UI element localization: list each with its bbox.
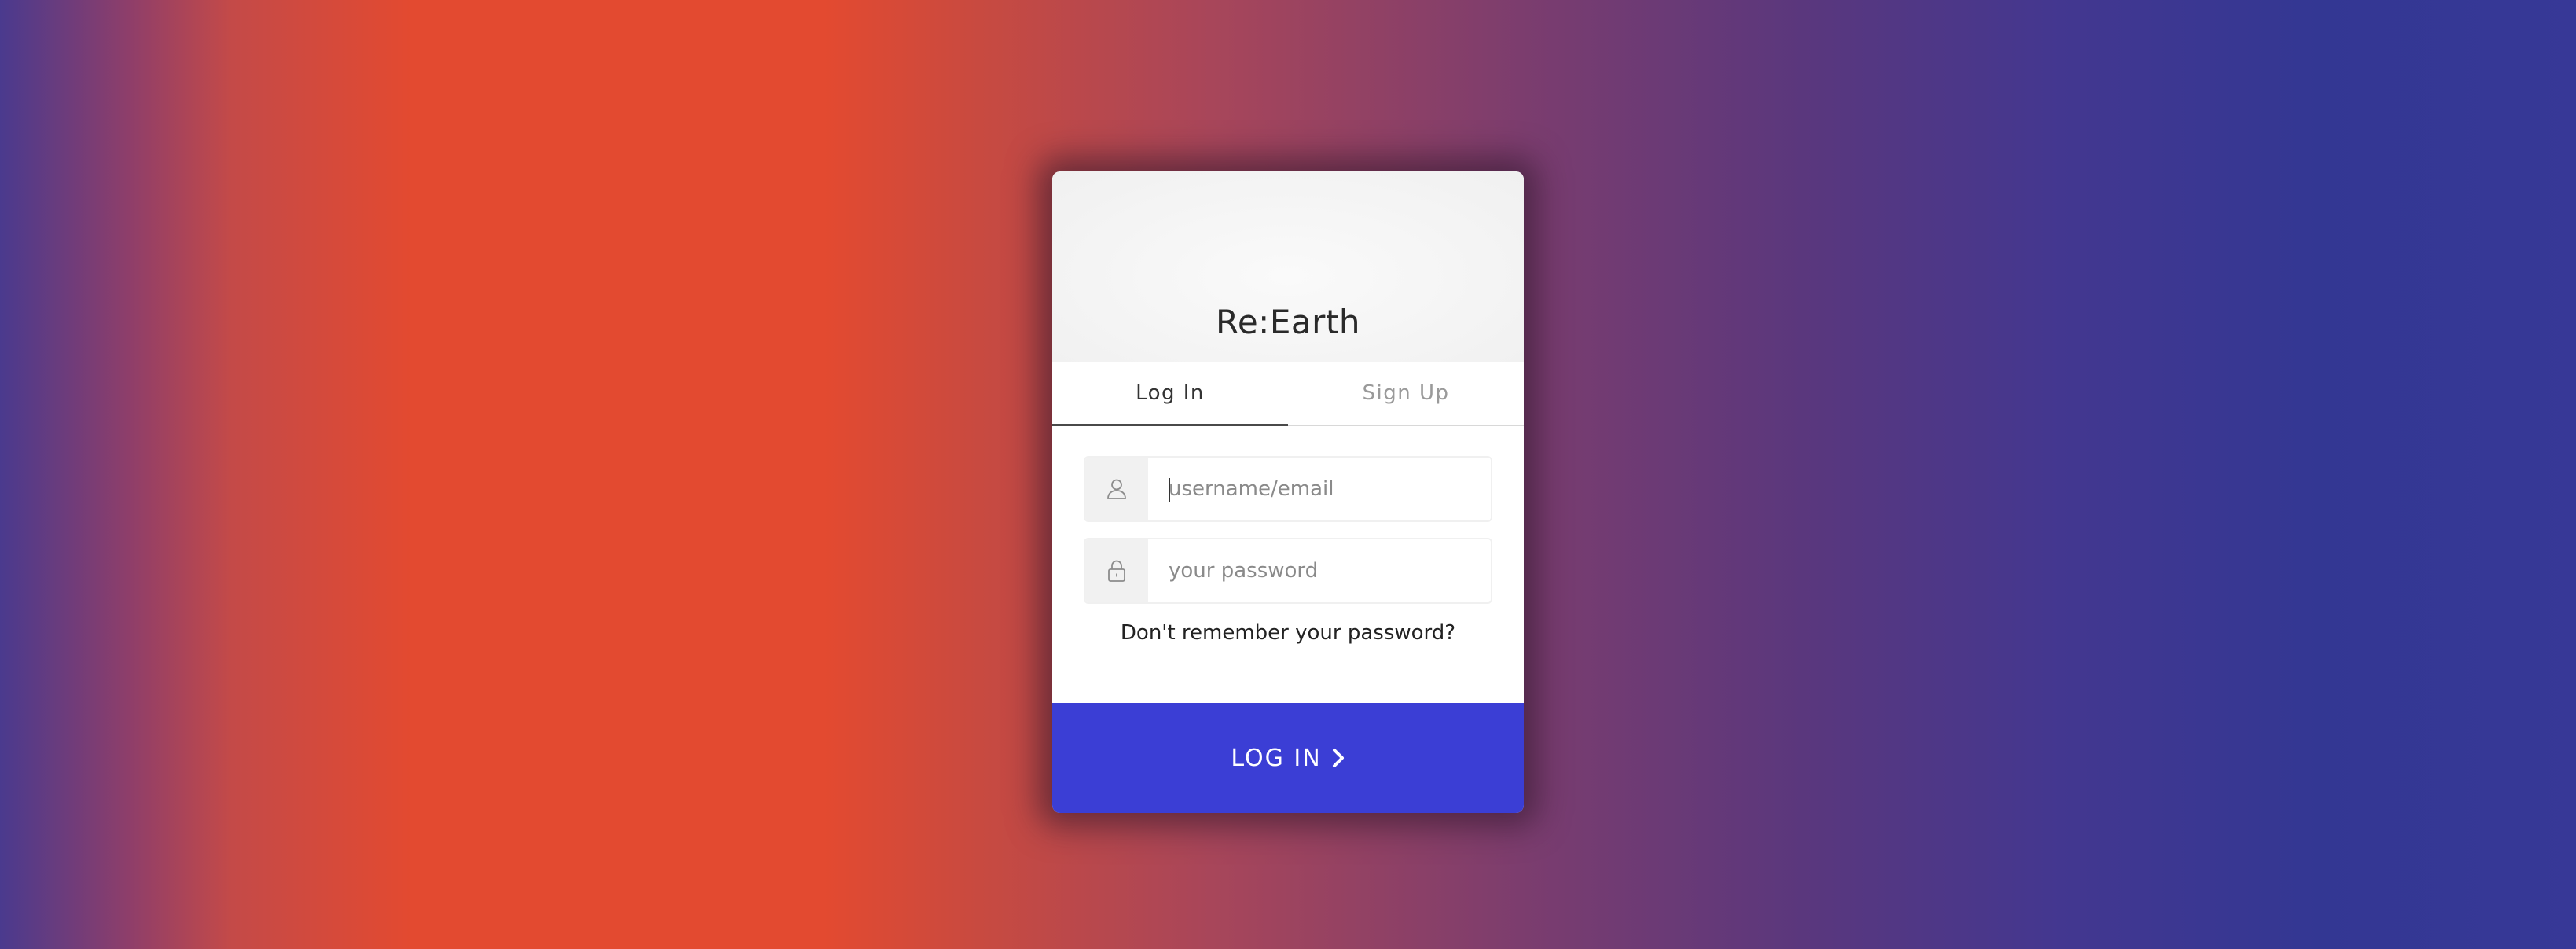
tab-log-in[interactable]: Log In [1052, 362, 1288, 426]
chevron-right-icon [1331, 748, 1345, 768]
user-icon [1085, 458, 1148, 520]
auth-tabs: Log In Sign Up [1052, 362, 1524, 426]
username-field-wrap [1148, 458, 1491, 520]
password-input[interactable] [1148, 539, 1491, 602]
username-input[interactable] [1148, 458, 1491, 520]
login-form: Don't remember your password? [1052, 426, 1524, 645]
card-header: Re:Earth [1052, 171, 1524, 362]
login-card: Re:Earth Log In Sign Up username/email D… [1052, 171, 1524, 813]
log-in-button-label: LOG IN [1231, 744, 1322, 772]
password-input-group [1084, 538, 1492, 604]
lock-icon [1085, 539, 1148, 602]
log-in-button[interactable]: LOG IN [1052, 703, 1524, 813]
forgot-password-link[interactable]: Don't remember your password? [1084, 621, 1492, 645]
app-title: Re:Earth [1216, 303, 1360, 341]
username-input-group [1084, 456, 1492, 522]
text-caret [1169, 478, 1170, 502]
tab-sign-up[interactable]: Sign Up [1288, 362, 1524, 425]
